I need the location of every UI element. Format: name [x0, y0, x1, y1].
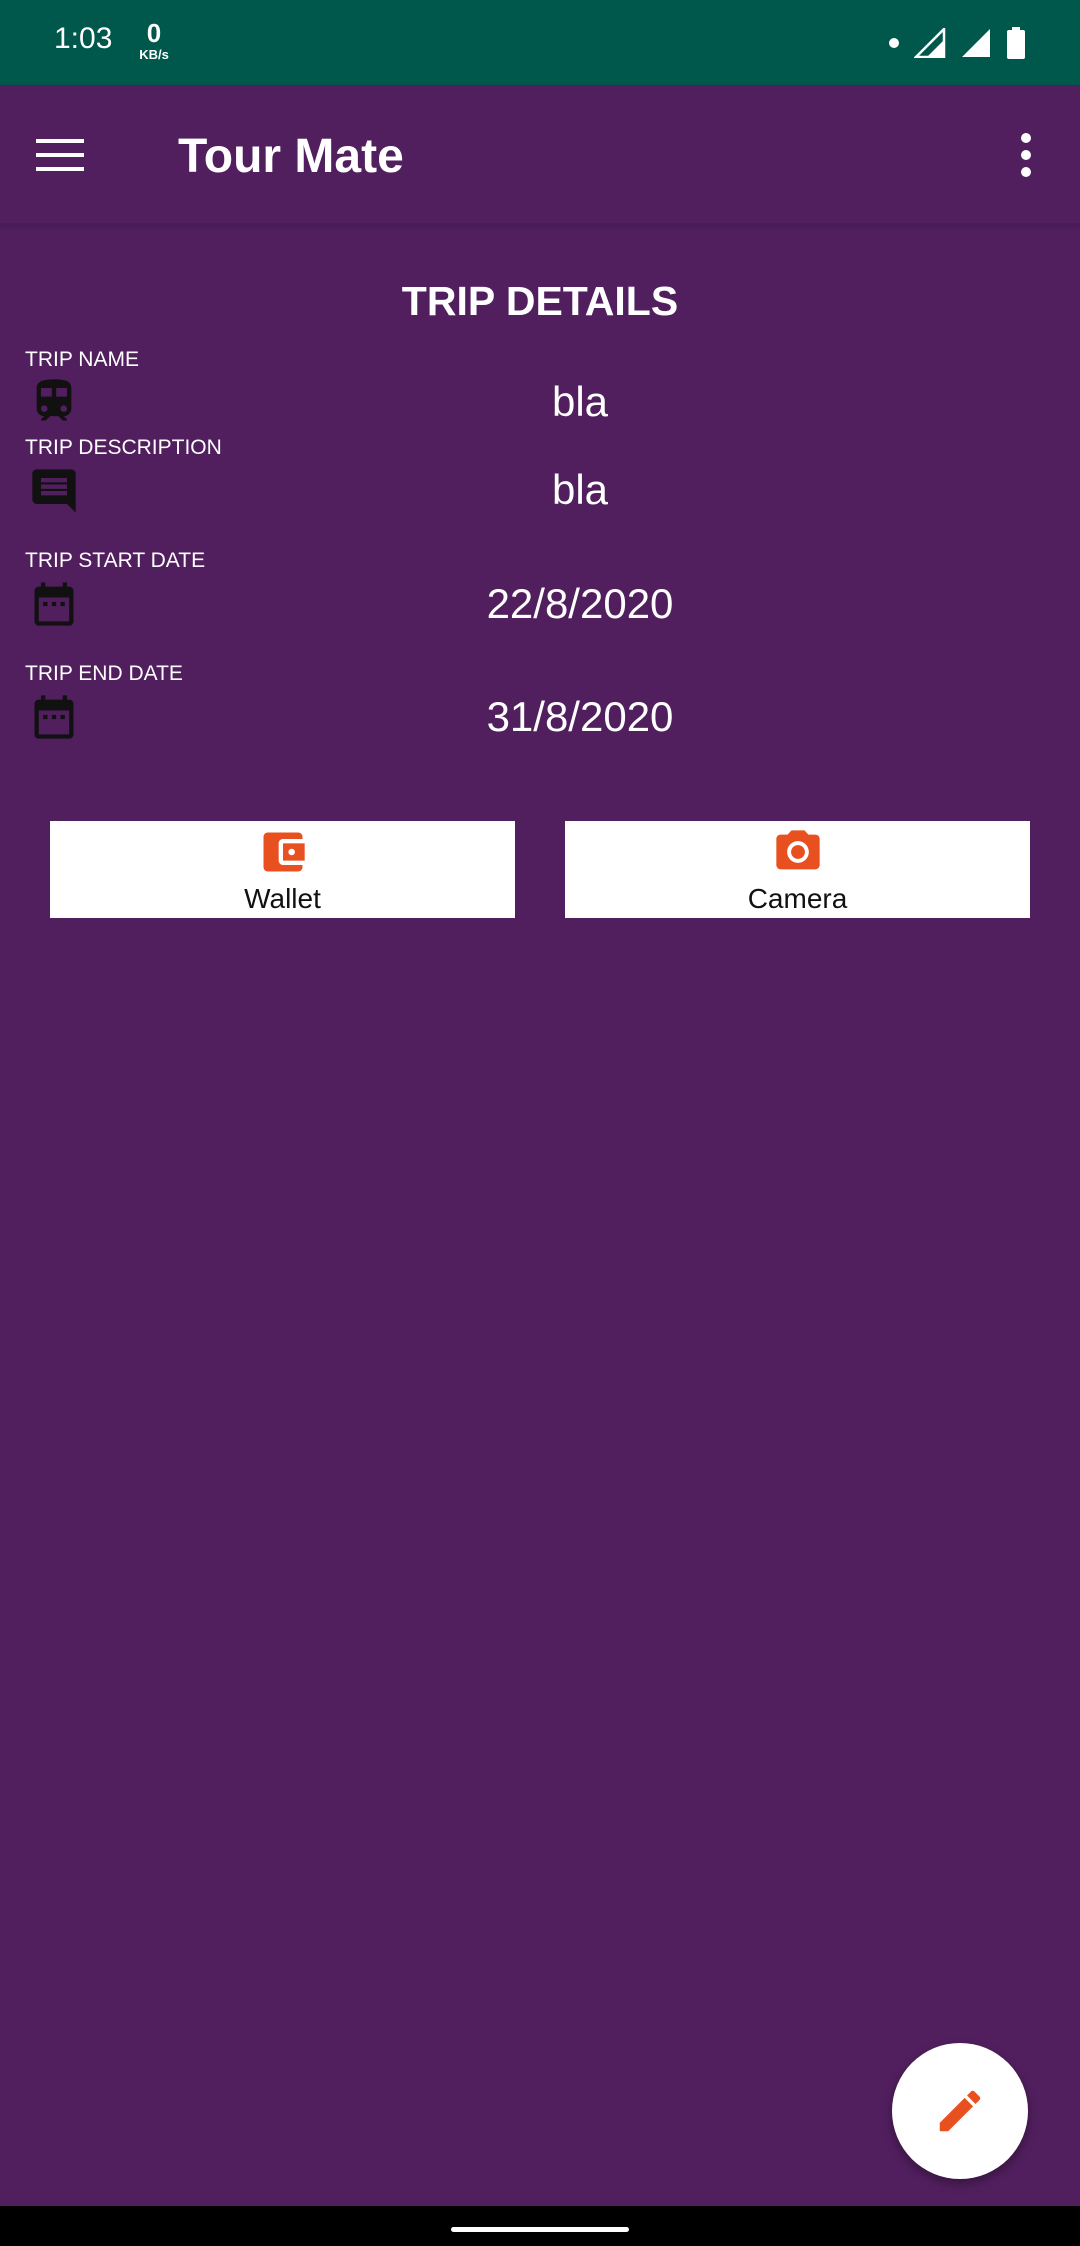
wallet-icon — [263, 832, 305, 872]
camera-button[interactable]: Camera — [565, 821, 1030, 918]
trip-name-value: bla — [551, 378, 609, 425]
edit-pencil-icon — [939, 2090, 981, 2132]
menu-button[interactable] — [28, 123, 92, 187]
trip-details-title: TRIP DETAILS — [401, 278, 679, 324]
camera-icon — [775, 830, 820, 870]
trip-description-value: bla — [551, 466, 609, 513]
trip-end-date-value: 31/8/2020 — [486, 693, 674, 740]
overflow-menu-button[interactable] — [1000, 123, 1052, 187]
trip-name-label: TRIP NAME — [25, 348, 139, 371]
system-nav-bar — [0, 2206, 1080, 2246]
status-icons — [888, 27, 1026, 59]
trip-description-label: TRIP DESCRIPTION — [25, 436, 222, 459]
camera-button-label: Camera — [747, 883, 848, 914]
calendar-icon — [34, 582, 74, 626]
notification-dot-icon — [889, 38, 899, 48]
hamburger-menu-icon — [36, 139, 84, 171]
signal-icon — [914, 28, 946, 58]
battery-icon — [1007, 27, 1025, 59]
train-icon — [36, 379, 72, 421]
edit-fab[interactable] — [892, 2043, 1028, 2179]
network-speed: 0 KB/s — [133, 20, 175, 61]
app-bar: Tour Mate — [0, 85, 1080, 225]
wallet-button[interactable]: Wallet — [50, 821, 515, 918]
app-title: Tour Mate — [178, 130, 404, 183]
network-speed-value: 0 — [146, 18, 162, 48]
trip-end-date-label: TRIP END DATE — [25, 662, 183, 685]
message-icon — [32, 469, 76, 513]
status-bar: 1:03 0 KB/s — [0, 0, 1080, 85]
network-speed-unit: KB/s — [139, 47, 169, 62]
home-gesture-handle[interactable] — [451, 2227, 629, 2232]
trip-start-date-label: TRIP START DATE — [25, 549, 206, 572]
status-time: 1:03 — [54, 22, 113, 55]
calendar-icon — [34, 695, 74, 739]
trip-start-date-value: 22/8/2020 — [486, 580, 674, 627]
signal-icon — [962, 29, 990, 57]
wallet-button-label: Wallet — [244, 883, 321, 914]
more-vert-icon — [1021, 133, 1031, 177]
